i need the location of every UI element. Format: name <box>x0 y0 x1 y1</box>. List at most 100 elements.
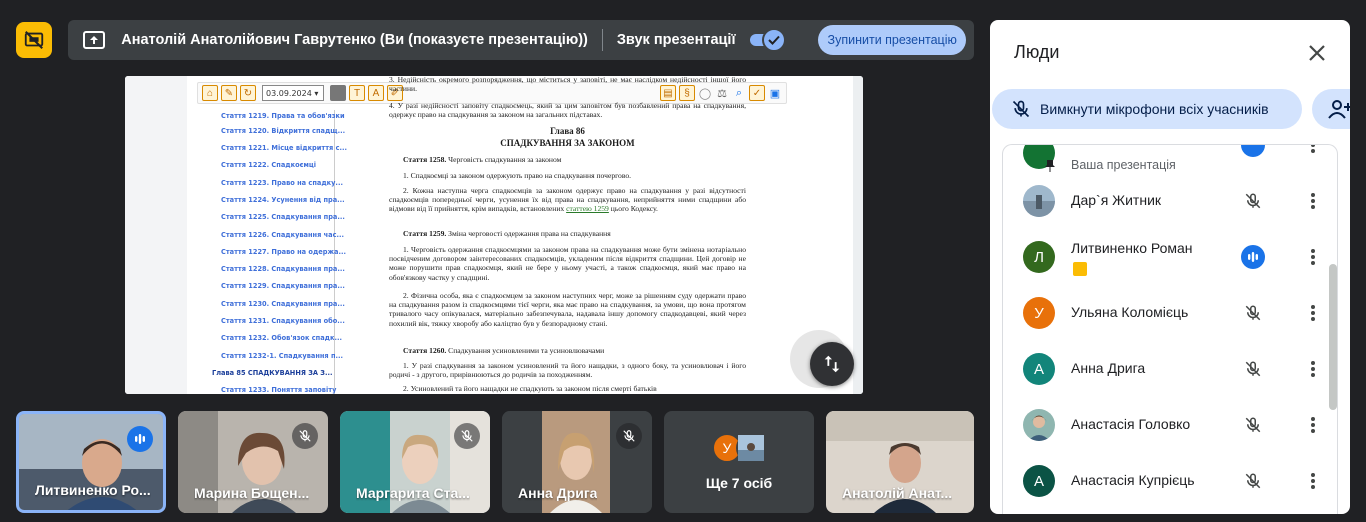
participant-name: Маргарита Ста... <box>356 485 470 501</box>
more-vert-icon[interactable] <box>1303 415 1323 435</box>
participant-row[interactable]: У Ульяна Коломієць <box>1003 285 1323 341</box>
toc-item[interactable]: Стаття 1220. Відкриття спадщ... <box>221 127 345 135</box>
participant-name: Анатолій Анат... <box>842 485 953 501</box>
participant-tile[interactable]: Литвиненко Ро... <box>16 411 166 513</box>
font-icon[interactable]: A <box>368 85 384 101</box>
toc-item[interactable]: Стаття 1226. Спадкування час... <box>221 231 344 239</box>
doc-paragraph: 1. Черговість одержання спадкоємцями за … <box>389 245 746 282</box>
doc-paragraph: 1. У разі спадкування за законом усиновл… <box>389 361 746 380</box>
presentation-audio-toggle[interactable] <box>749 28 787 52</box>
check-icon[interactable]: ✓ <box>749 85 765 101</box>
audio-bars-icon <box>127 426 153 452</box>
printer-icon[interactable]: ▣ <box>768 86 782 100</box>
presenting-icon <box>1073 262 1087 276</box>
participant-tile[interactable]: Маргарита Ста... <box>340 411 490 513</box>
participant-row[interactable]: Л Литвиненко Роман <box>1003 229 1323 285</box>
toc-item[interactable]: Стаття 1221. Місце відкриття с... <box>221 144 347 152</box>
more-vert-icon[interactable] <box>1303 145 1323 155</box>
people-panel: Люди Вимкнути мікрофони всіх учасників В… <box>990 20 1350 514</box>
participant-name: Анна Дрига <box>1071 360 1146 376</box>
participant-name: Литвиненко Ро... <box>35 482 151 498</box>
avatar: А <box>1023 353 1055 385</box>
avatar: А <box>1023 465 1055 497</box>
participant-name: Анастасія Купрієць <box>1071 472 1195 488</box>
scroll-toggle-icon[interactable] <box>810 342 854 386</box>
participant-tile[interactable]: Марина Бощен... <box>178 411 328 513</box>
avatar <box>1023 185 1055 217</box>
doc-paragraph: 2. Кожна наступна черга спадкоємців за з… <box>389 186 746 214</box>
mic-off-icon <box>454 423 480 449</box>
toc-item[interactable]: Стаття 1232. Обов'язок спадк... <box>221 334 342 342</box>
mute-all-button[interactable]: Вимкнути мікрофони всіх учасників <box>992 89 1302 129</box>
home-icon[interactable]: ⌂ <box>202 85 218 101</box>
doc-paragraph: 1. Спадкоємці за законом одержують право… <box>403 171 632 180</box>
toc-item[interactable]: Стаття 1228. Спадкування пра... <box>221 265 345 273</box>
participant-name: Литвиненко Роман <box>1071 240 1193 256</box>
table-of-contents: Стаття 1219. Права та обов'язки Стаття 1… <box>189 110 347 394</box>
toc-item[interactable]: Стаття 1227. Право на одержа... <box>221 248 346 256</box>
participant-subtitle: Ваша презентація <box>1071 158 1176 172</box>
chapter-heading: Глава 86 <box>550 126 585 136</box>
panel-title: Люди <box>1014 42 1060 62</box>
mic-off-icon[interactable] <box>1241 357 1265 381</box>
panel-scrollbar[interactable] <box>1329 264 1337 410</box>
article-heading: Стаття 1258. Черговість спадкування за з… <box>403 155 562 164</box>
mic-off-icon <box>1010 98 1032 120</box>
toc-item[interactable]: Стаття 1223. Право на спадку... <box>221 179 343 187</box>
presenter-text: Анатолій Анатолійович Гаврутенко (Ви (по… <box>121 32 588 48</box>
participant-name: Анна Дрига <box>518 485 598 501</box>
more-vert-icon[interactable] <box>1303 191 1323 211</box>
toc-item[interactable]: Стаття 1231. Спадкування обо... <box>221 317 345 325</box>
print-icon[interactable] <box>330 85 346 101</box>
more-vert-icon[interactable] <box>1303 247 1323 267</box>
text-icon[interactable]: T <box>349 85 365 101</box>
checkmark-icon <box>762 28 787 52</box>
audio-indicator <box>1241 145 1265 157</box>
mic-off-icon[interactable] <box>1241 413 1265 437</box>
participant-tile[interactable]: Анатолій Анат... <box>826 411 974 513</box>
toc-item[interactable]: Стаття 1222. Спадкоємці <box>221 161 316 169</box>
pin-icon <box>1045 159 1055 172</box>
toc-item[interactable]: Стаття 1225. Спадкування пра... <box>221 213 345 221</box>
participant-row[interactable]: А Анастасія Купрієць <box>1003 453 1323 509</box>
participant-row[interactable]: А Анна Дрига <box>1003 341 1323 397</box>
more-participants-label: Ще 7 осіб <box>705 475 773 491</box>
more-vert-icon[interactable] <box>1303 303 1323 323</box>
document-text: 3. Недійсність окремого розпорядження, щ… <box>389 76 749 394</box>
participant-row[interactable]: Дар`я Житник <box>1003 173 1323 229</box>
participants-list: Ваша презентація Дар`я Житник Л Литвинен… <box>1002 144 1338 514</box>
more-vert-icon[interactable] <box>1303 359 1323 379</box>
presentation-audio-label: Звук презентації <box>616 32 736 48</box>
mic-off-icon <box>616 423 642 449</box>
toc-chapter[interactable]: Глава 85 СПАДКУВАННЯ ЗА З... <box>212 369 333 377</box>
article-link[interactable]: статтею 1259 <box>566 204 609 213</box>
mic-off-icon[interactable] <box>1241 469 1265 493</box>
doc-paragraph: 2. Фізична особа, яка є спадкоємцем за з… <box>389 291 746 328</box>
more-vert-icon[interactable] <box>1303 471 1323 491</box>
edit-icon[interactable]: ✎ <box>221 85 237 101</box>
mic-off-icon[interactable] <box>1241 189 1265 213</box>
add-person-icon[interactable] <box>1312 89 1350 129</box>
participant-name: Анастасія Головко <box>1071 416 1191 432</box>
mic-off-icon[interactable] <box>1241 301 1265 325</box>
toc-item[interactable]: Стаття 1232-1. Спадкування п... <box>221 352 343 360</box>
more-participants-tile[interactable]: У Ще 7 осіб <box>664 411 814 513</box>
toc-item[interactable]: Стаття 1230. Спадкування пра... <box>221 300 345 308</box>
refresh-icon[interactable]: ↻ <box>240 85 256 101</box>
participant-row[interactable]: Анастасія Головко <box>1003 397 1323 453</box>
stop-sharing-icon[interactable] <box>16 22 52 58</box>
toc-item[interactable]: Стаття 1233. Поняття заповіту <box>221 386 336 394</box>
participant-name: Дар`я Житник <box>1071 192 1162 208</box>
stop-presenting-button[interactable]: Зупинити презентацію <box>818 25 966 55</box>
toc-item[interactable]: Стаття 1219. Права та обов'язки <box>221 112 345 120</box>
doc-paragraph: 4. У разі недійсності заповіту спадкоєме… <box>389 101 746 120</box>
toc-item[interactable]: Стаття 1224. Усунення від пра... <box>221 196 345 204</box>
audio-bars-icon <box>1241 245 1265 269</box>
divider <box>601 29 603 51</box>
participant-tile[interactable]: Анна Дрига <box>502 411 652 513</box>
toc-item[interactable]: Стаття 1229. Спадкування пра... <box>221 282 345 290</box>
close-icon[interactable] <box>1304 40 1330 66</box>
mic-off-icon <box>292 423 318 449</box>
avatar: Л <box>1023 241 1055 273</box>
date-select[interactable]: 03.09.2024 ▾ <box>262 85 324 101</box>
